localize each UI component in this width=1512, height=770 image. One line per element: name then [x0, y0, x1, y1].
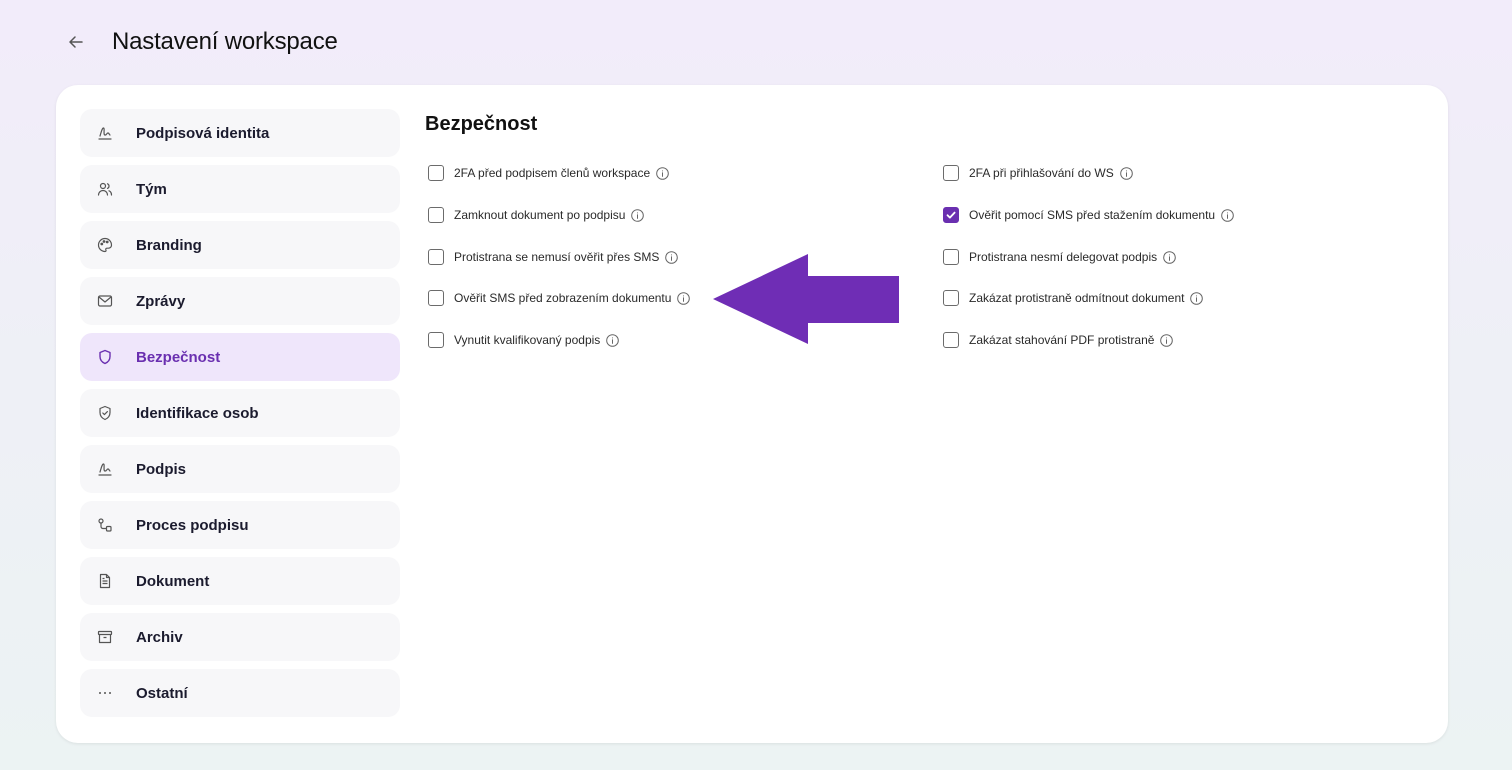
sidebar-item-label: Bezpečnost — [136, 348, 221, 366]
mail-icon — [96, 292, 114, 310]
sidebar-item-branding[interactable]: Branding — [80, 221, 400, 269]
sidebar-item-proces-podpisu[interactable]: Proces podpisu — [80, 501, 400, 549]
sidebar-item-label: Ostatní — [136, 684, 188, 702]
sidebar-item-dokument[interactable]: Dokument — [80, 557, 400, 605]
option-label: Protistrana se nemusí ověřit přes SMS — [454, 250, 660, 264]
checkbox[interactable] — [943, 249, 959, 265]
checkbox[interactable] — [428, 165, 444, 181]
option-label: Zamknout dokument po podpisu — [454, 208, 626, 222]
sidebar-item-label: Branding — [136, 236, 202, 254]
checkbox[interactable] — [428, 249, 444, 265]
checkbox[interactable] — [428, 207, 444, 223]
workflow-icon — [96, 516, 114, 534]
sidebar-item-label: Podpisová identita — [136, 124, 270, 142]
option-label: Vynutit kvalifikovaný podpis — [454, 333, 601, 347]
sidebar-item-label: Identifikace osob — [136, 404, 259, 422]
annotation-arrow-icon — [713, 254, 899, 344]
section-title: Bezpečnost — [425, 113, 538, 135]
sidebar-item-zpravy[interactable]: Zprávy — [80, 277, 400, 325]
palette-icon — [96, 236, 114, 254]
option-vynutit-kvalifikovany: Vynutit kvalifikovaný podpis — [428, 330, 620, 350]
sidebar-item-tym[interactable]: Tým — [80, 165, 400, 213]
option-zamknout-dokument: Zamknout dokument po podpisu — [428, 205, 645, 225]
info-icon[interactable] — [631, 208, 645, 222]
sidebar-item-label: Archiv — [136, 628, 183, 646]
sidebar-item-label: Tým — [136, 180, 167, 198]
settings-sidebar: Podpisová identita Tým Branding Zprávy B… — [80, 109, 400, 725]
check-icon — [946, 211, 956, 219]
sidebar-item-podpis[interactable]: Podpis — [80, 445, 400, 493]
users-icon — [96, 180, 114, 198]
sidebar-item-label: Dokument — [136, 572, 210, 590]
sidebar-item-bezpecnost[interactable]: Bezpečnost — [80, 333, 400, 381]
info-icon[interactable] — [665, 250, 679, 264]
more-icon — [96, 684, 114, 702]
signature-icon — [96, 460, 114, 478]
sidebar-item-label: Podpis — [136, 460, 187, 478]
shield-check-icon — [96, 404, 114, 422]
option-label: Protistrana nesmí delegovat podpis — [969, 250, 1158, 264]
sidebar-item-identifikace-osob[interactable]: Identifikace osob — [80, 389, 400, 437]
arrow-left-icon — [69, 36, 83, 48]
shield-icon — [96, 348, 114, 366]
checkbox[interactable] — [428, 332, 444, 348]
checkbox[interactable] — [943, 290, 959, 306]
back-button[interactable] — [62, 28, 90, 56]
option-label: Ověřit SMS před zobrazením dokumentu — [454, 291, 672, 305]
checkbox[interactable] — [943, 165, 959, 181]
checkbox[interactable] — [943, 332, 959, 348]
option-label: 2FA před podpisem členů workspace — [454, 166, 651, 180]
option-label: Zakázat protistraně odmítnout dokument — [969, 291, 1185, 305]
option-label: 2FA při přihlašování do WS — [969, 166, 1114, 180]
option-label: Ověřit pomocí SMS před stažením dokument… — [969, 208, 1216, 222]
option-protistrana-sms: Protistrana se nemusí ověřit přes SMS — [428, 247, 679, 267]
checkbox[interactable] — [943, 207, 959, 223]
checkbox[interactable] — [428, 290, 444, 306]
option-2fa-pred-podpisem: 2FA před podpisem členů workspace — [428, 163, 669, 183]
sidebar-item-podpisova-identita[interactable]: Podpisová identita — [80, 109, 400, 157]
page-title: Nastavení workspace — [112, 28, 338, 55]
document-icon — [96, 572, 114, 590]
info-icon[interactable] — [677, 291, 691, 305]
info-icon[interactable] — [656, 166, 669, 180]
info-icon[interactable] — [1221, 208, 1234, 222]
info-icon[interactable] — [1119, 166, 1133, 180]
info-icon[interactable] — [1163, 250, 1176, 264]
page-header: Nastavení workspace — [62, 24, 338, 60]
sidebar-item-label: Zprávy — [136, 292, 186, 310]
option-zakazat-odmitnout: Zakázat protistraně odmítnout dokument — [943, 288, 1204, 308]
option-zakazat-stahovani: Zakázat stahování PDF protistraně — [943, 330, 1174, 350]
sidebar-item-archiv[interactable]: Archiv — [80, 613, 400, 661]
option-overit-sms-zobrazeni: Ověřit SMS před zobrazením dokumentu — [428, 288, 691, 308]
option-2fa-prihlasovani: 2FA při přihlašování do WS — [943, 163, 1133, 183]
signature-icon — [96, 124, 114, 142]
option-label: Zakázat stahování PDF protistraně — [969, 333, 1155, 347]
sidebar-item-label: Proces podpisu — [136, 516, 249, 534]
info-icon[interactable] — [1190, 291, 1204, 305]
archive-icon — [96, 628, 114, 646]
sidebar-item-ostatni[interactable]: Ostatní — [80, 669, 400, 717]
info-icon[interactable] — [606, 333, 620, 347]
settings-card: Podpisová identita Tým Branding Zprávy B… — [56, 85, 1448, 743]
option-protistrana-delegovat: Protistrana nesmí delegovat podpis — [943, 247, 1176, 267]
info-icon[interactable] — [1160, 333, 1174, 347]
option-overit-sms-stazeni: Ověřit pomocí SMS před stažením dokument… — [943, 205, 1234, 225]
